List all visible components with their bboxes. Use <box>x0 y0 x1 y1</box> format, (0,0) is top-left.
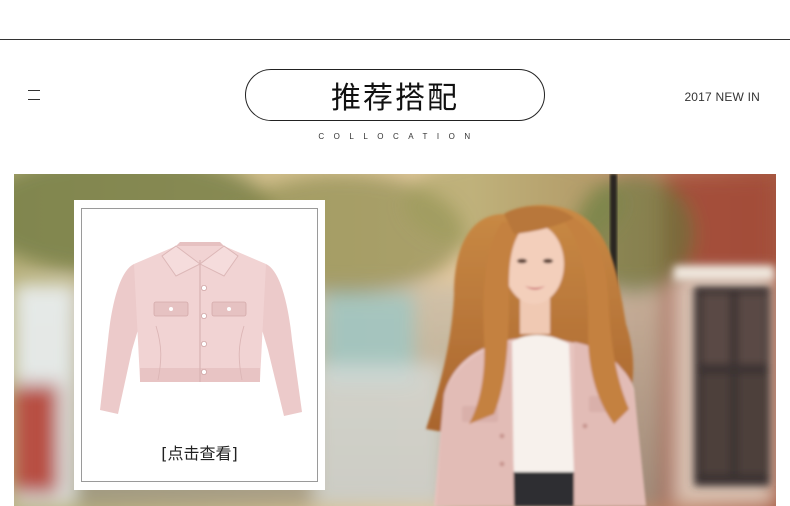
jacket-image <box>100 242 302 416</box>
hamburger-icon[interactable] <box>28 89 40 101</box>
page-subtitle: COLLOCATION <box>318 132 480 141</box>
title-pill: 推荐搭配 <box>245 69 545 121</box>
section-header: 推荐搭配 COLLOCATION 2017 NEW IN <box>0 40 790 174</box>
product-card[interactable]: [点击查看] <box>74 200 325 490</box>
collection-tag: 2017 NEW IN <box>684 90 760 104</box>
page-title: 推荐搭配 <box>331 81 459 116</box>
view-details-link[interactable]: [点击查看] <box>74 440 325 464</box>
